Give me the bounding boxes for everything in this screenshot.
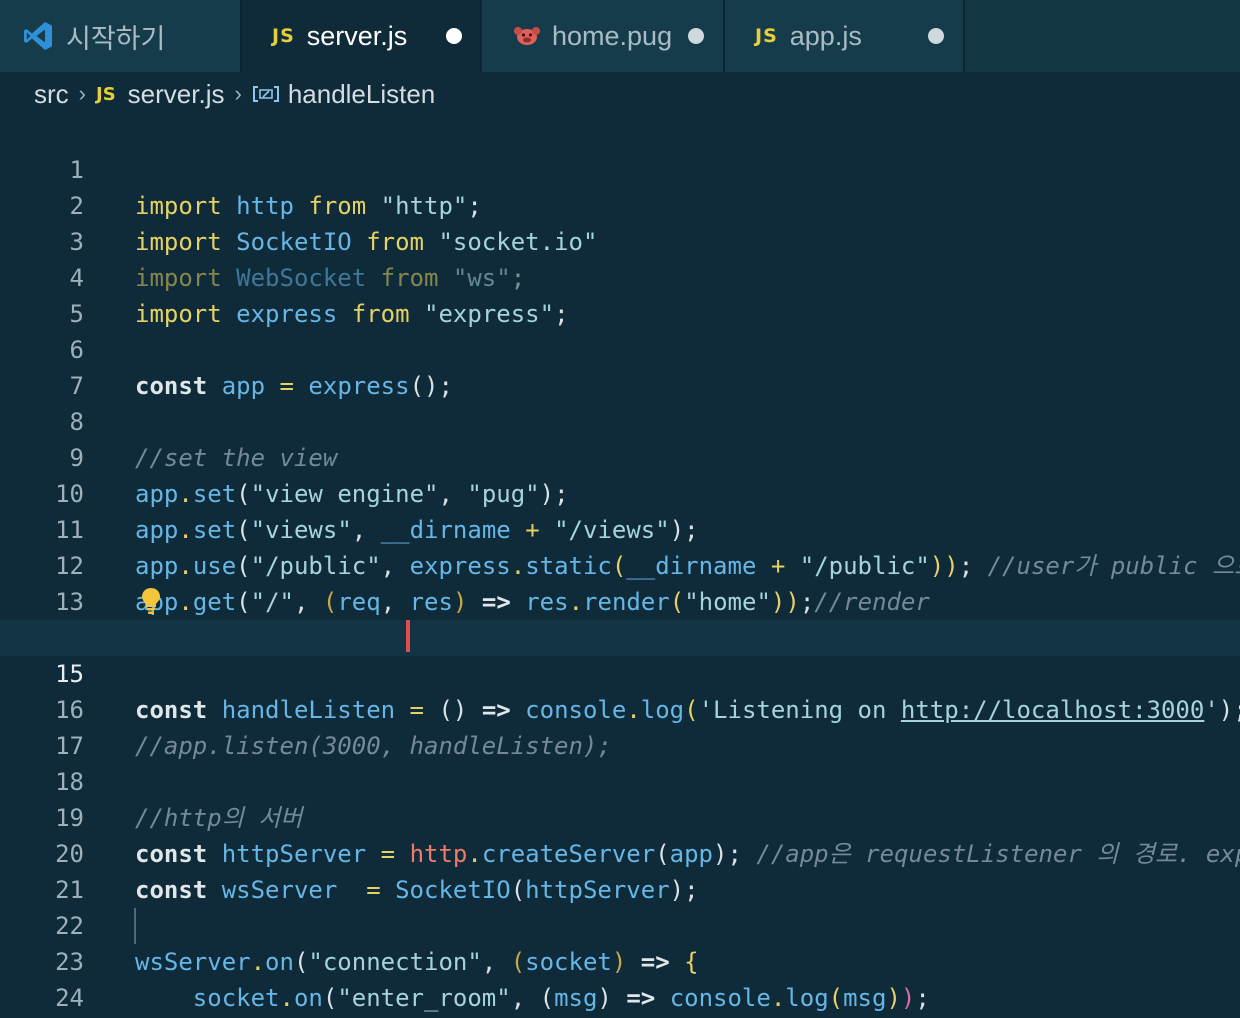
code-line[interactable]: 4 import express from "express"; — [0, 224, 1240, 328]
unsaved-dot-icon[interactable] — [446, 28, 462, 44]
js-file-icon: JS — [755, 25, 778, 47]
tab-getting-started[interactable]: 시작하기 — [0, 0, 242, 72]
code-line[interactable]: 10 app.set("views", __dirname + "/views"… — [0, 440, 1240, 544]
code-line-current[interactable]: 15 const handleListen = () => console.lo… — [0, 620, 1240, 724]
indent-guide — [134, 908, 136, 944]
code-line[interactable]: 9 app.set("view engine", "pug"); — [0, 404, 1240, 508]
code-line[interactable]: 6 const app = express(); — [0, 296, 1240, 400]
breadcrumb-label: handleListen — [287, 78, 436, 109]
variable-symbol-icon — [252, 84, 280, 104]
tab-app-js[interactable]: JS app.js — [725, 0, 965, 72]
code-line[interactable]: 24 }); — [0, 944, 1240, 1012]
code-line[interactable]: 8 //set the view — [0, 368, 1240, 472]
code-line[interactable]: 7 — [0, 332, 1240, 400]
tab-bar-empty-area — [965, 0, 1240, 72]
code-line[interactable]: 3 import WebSocket from "ws"; — [0, 188, 1240, 292]
tab-label: 시작하기 — [66, 23, 166, 54]
unsaved-dot-icon[interactable] — [928, 28, 944, 44]
js-file-icon: JS — [272, 25, 295, 47]
code-line[interactable]: 25 — [0, 980, 1240, 1016]
breadcrumb: src › JS server.js › handleListen — [0, 72, 1240, 116]
tab-bar: 시작하기 JS server.js home.pug JS app.js — [0, 0, 1240, 72]
code-line[interactable]: 13 app.get("/*", (req, res) => res.redir… — [0, 548, 1240, 652]
js-file-icon: JS — [96, 83, 116, 105]
code-line[interactable]: 18 //http의 서버 — [0, 728, 1240, 832]
code-line[interactable]: 16 //app.listen(3000, handleListen); — [0, 656, 1240, 760]
chevron-right-icon: › — [78, 81, 86, 106]
code-line[interactable]: 5 — [0, 260, 1240, 328]
breadcrumb-label: server.js — [127, 78, 225, 109]
unsaved-dot-icon[interactable] — [688, 28, 704, 44]
text-cursor — [406, 620, 410, 652]
code-line[interactable]: 21 — [0, 836, 1240, 904]
tab-server-js[interactable]: JS server.js — [242, 0, 482, 72]
code-line[interactable]: 17 — [0, 692, 1240, 760]
breadcrumb-item-file[interactable]: JS server.js — [96, 79, 224, 110]
tab-label: server.js — [306, 20, 408, 51]
code-line[interactable]: 19 const httpServer = http.createServer(… — [0, 764, 1240, 868]
code-line[interactable]: 22 wsServer.on("connection", (socket) =>… — [0, 872, 1240, 976]
tab-home-pug[interactable]: home.pug — [482, 0, 725, 72]
chevron-right-icon: › — [234, 81, 242, 106]
lightbulb-icon[interactable] — [140, 586, 162, 616]
code-line[interactable]: 20 const wsServer = SocketIO(httpServer)… — [0, 800, 1240, 904]
code-line[interactable]: 1 import http from "http"; — [0, 116, 1240, 220]
tab-label: app.js — [789, 20, 862, 51]
code-line[interactable]: 2 import SocketIO from "socket.io" — [0, 152, 1240, 256]
code-line[interactable]: 14 — [0, 584, 1240, 652]
breadcrumb-item-symbol[interactable]: handleListen — [252, 79, 435, 110]
pug-file-icon — [514, 26, 540, 46]
breadcrumb-label: src — [34, 78, 69, 109]
breadcrumb-item-src[interactable]: src — [34, 79, 69, 110]
code-line[interactable]: 23 socket.on("enter_room", (msg) => cons… — [0, 908, 1240, 1012]
tab-label: home.pug — [552, 20, 673, 51]
vscode-logo-icon — [22, 20, 54, 52]
code-editor[interactable]: 1 import http from "http"; 2 import Sock… — [0, 116, 1240, 1018]
code-line[interactable]: 12 app.get("/", (req, res) => res.render… — [0, 512, 1240, 616]
code-line[interactable]: 11 app.use("/public", express.static(__d… — [0, 476, 1240, 580]
